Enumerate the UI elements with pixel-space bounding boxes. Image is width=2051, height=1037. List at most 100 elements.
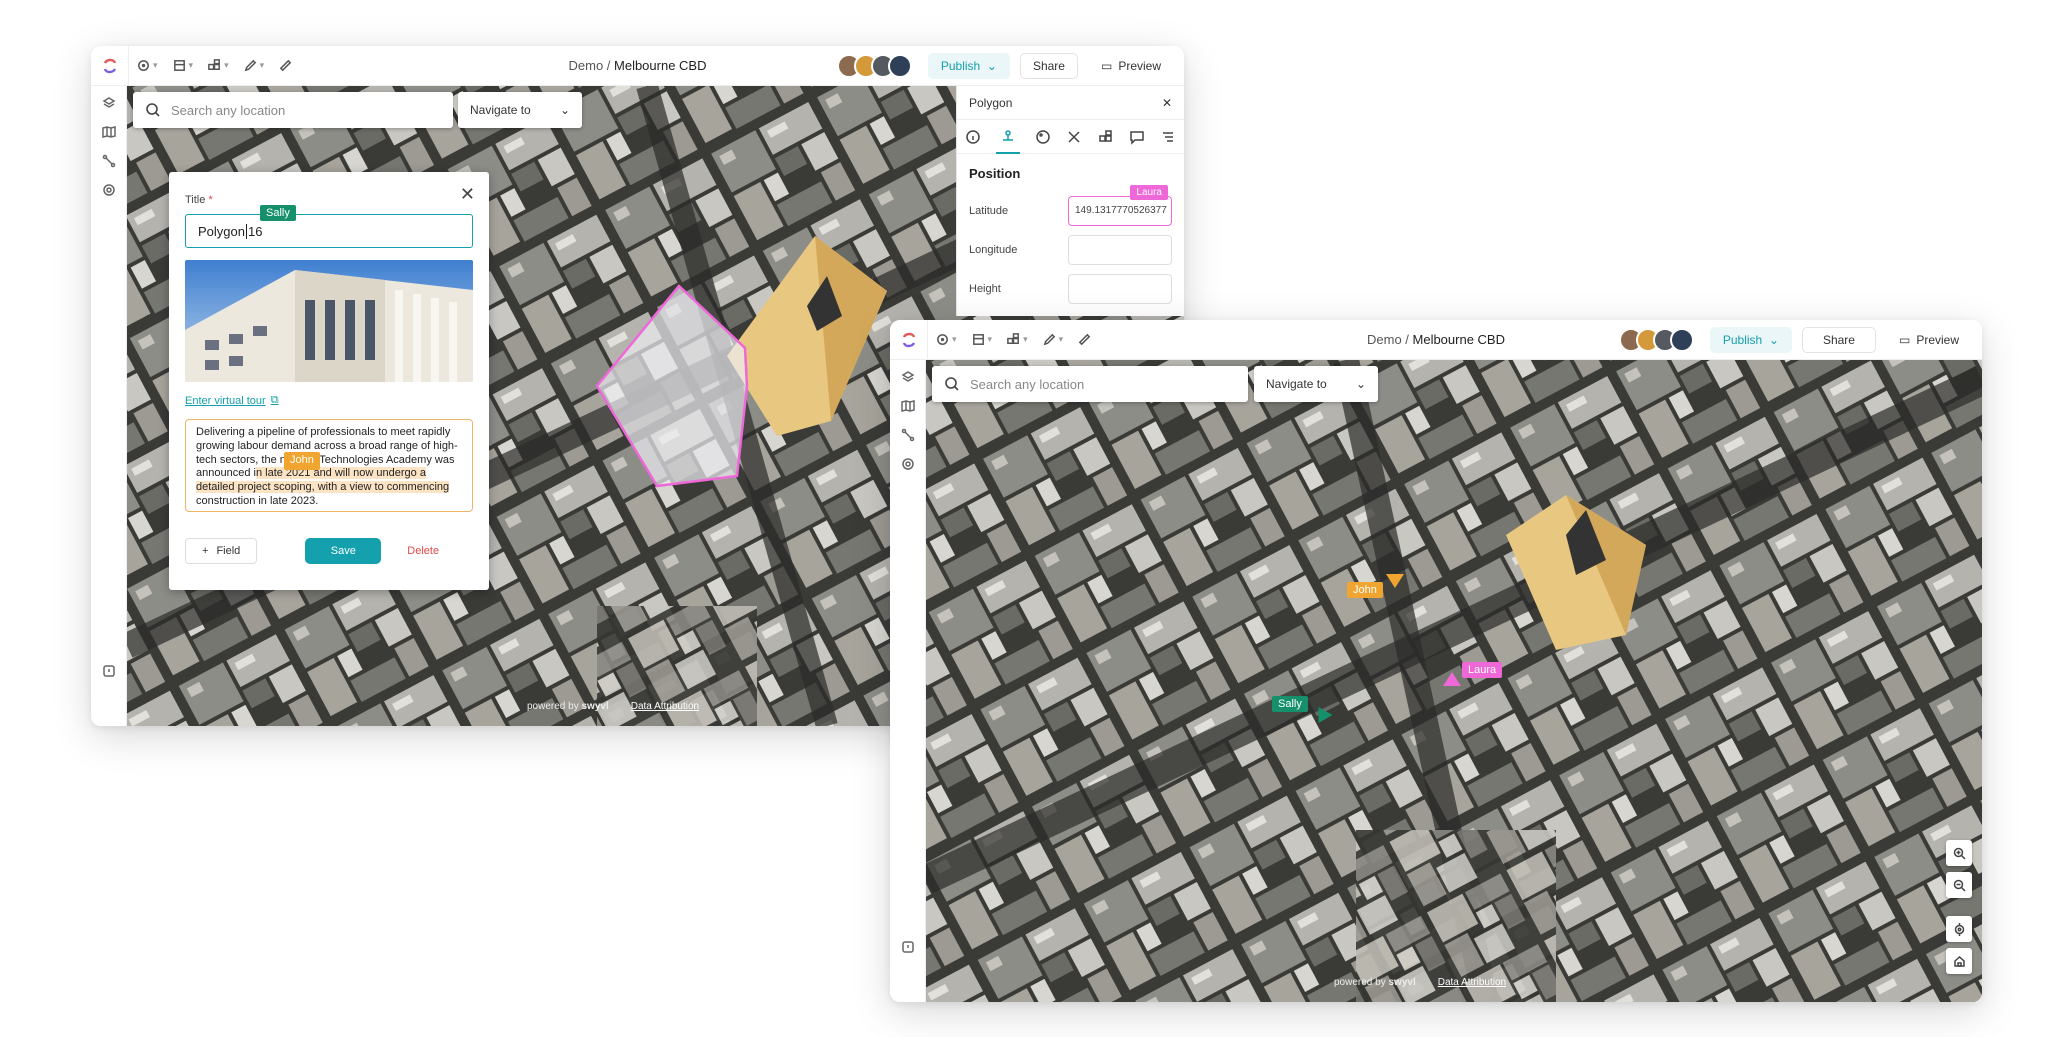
left-sidebar — [91, 86, 127, 726]
save-button[interactable]: Save — [305, 538, 382, 564]
search-bar[interactable]: Search any location — [932, 366, 1248, 402]
gear-icon[interactable] — [901, 457, 915, 471]
draw-tool-button[interactable]: ▾ — [1035, 320, 1071, 360]
collaborator-tag-sally: Sally — [1272, 696, 1308, 712]
delete-label: Delete — [407, 545, 440, 557]
close-icon[interactable]: ✕ — [1162, 96, 1172, 110]
collaborator-avatars[interactable] — [1618, 328, 1694, 352]
tab-position[interactable] — [995, 120, 1020, 154]
locate-button[interactable] — [1946, 916, 1972, 942]
tab-info-icon[interactable] — [965, 129, 981, 145]
properties-panel: Polygon ✕ Position Latitude 149.131777052… — [956, 86, 1184, 316]
pencil-icon — [244, 59, 256, 72]
avatar — [1669, 328, 1694, 352]
navigate-to-label: Navigate to — [470, 103, 531, 117]
collaborator-avatars[interactable] — [836, 54, 912, 78]
layer-tool-button[interactable]: ▾ — [165, 46, 201, 86]
longitude-input[interactable] — [1068, 234, 1172, 265]
title-label-text: Title — [185, 194, 206, 206]
navigate-to-dropdown[interactable]: Navigate to ⌄ — [1254, 366, 1378, 402]
chevron-down-icon: ⌄ — [1355, 377, 1366, 391]
virtual-tour-link[interactable]: Enter virtual tour ⧉ — [185, 394, 473, 407]
search-input[interactable]: Search any location — [171, 103, 285, 118]
latitude-row: Latitude 149.1317770526377 Laura — [957, 185, 1184, 230]
save-label: Save — [330, 545, 356, 557]
latitude-label: Latitude — [969, 204, 1009, 217]
brand-logo: swyvl — [581, 701, 609, 712]
widgets-tool-button[interactable]: ▾ — [999, 320, 1035, 360]
top-toolbar: ▾ ▾ ▾ ▾ Demo / Melbourne CBD Publish ⌄ S… — [91, 46, 1184, 86]
map-icon[interactable] — [101, 125, 116, 139]
select-tool-button[interactable]: ▾ — [928, 320, 964, 360]
select-tool-button[interactable]: ▾ — [129, 46, 165, 86]
search-bar[interactable]: Search any location — [133, 92, 453, 128]
search-input[interactable]: Search any location — [970, 377, 1084, 392]
layer-tool-button[interactable]: ▾ — [964, 320, 1000, 360]
measure-tool-button[interactable] — [1070, 320, 1099, 360]
brand-logo: swyvl — [1388, 977, 1416, 988]
title-input[interactable]: Polygon 16 Sally — [185, 205, 473, 248]
height-input[interactable] — [1068, 273, 1172, 304]
powered-by: powered by swyvl — [527, 701, 609, 712]
publish-button[interactable]: Publish ⌄ — [1709, 327, 1792, 353]
delete-button[interactable]: Delete — [407, 545, 439, 557]
home-icon — [1953, 955, 1965, 967]
virtual-tour-label: Enter virtual tour — [185, 394, 266, 407]
help-icon[interactable] — [901, 940, 915, 954]
share-label: Share — [1032, 59, 1065, 73]
preview-label: Preview — [1118, 59, 1161, 73]
widgets-tool-button[interactable]: ▾ — [200, 46, 236, 86]
map-icon[interactable] — [900, 399, 915, 413]
add-field-button[interactable]: + Field — [185, 538, 258, 564]
close-icon[interactable]: ✕ — [460, 184, 475, 205]
tab-widgets-icon[interactable] — [1098, 129, 1114, 145]
height-label: Height — [969, 282, 1001, 295]
zoom-out-button[interactable] — [1946, 872, 1972, 898]
route-icon[interactable] — [901, 428, 915, 442]
chevron-down-icon: ⌄ — [986, 59, 997, 73]
description-text: construction in late 2023. — [196, 494, 319, 507]
description-textarea[interactable]: Delivering a pipeline of professionals t… — [185, 419, 473, 512]
tab-tools-icon[interactable] — [1066, 129, 1082, 145]
zoom-in-button[interactable] — [1946, 840, 1972, 866]
map-attribution: powered by swyvl Data Attribution — [527, 701, 699, 712]
measure-tool-button[interactable] — [271, 46, 300, 86]
publish-label: Publish — [940, 59, 981, 73]
widgets-icon — [208, 59, 220, 70]
breadcrumb-prefix[interactable]: Demo / — [568, 58, 614, 73]
zoom-in-icon — [1953, 847, 1966, 860]
tab-more-icon[interactable] — [1160, 129, 1176, 145]
height-row: Height — [957, 269, 1184, 308]
map-view[interactable]: Search any location Navigate to ⌄ John La… — [926, 360, 1982, 1002]
route-icon[interactable] — [102, 154, 116, 168]
tab-comments-icon[interactable] — [1129, 129, 1145, 145]
navigate-to-dropdown[interactable]: Navigate to ⌄ — [458, 92, 582, 128]
publish-button[interactable]: Publish ⌄ — [927, 53, 1010, 79]
widgets-icon — [1007, 333, 1019, 344]
text-caret — [245, 223, 247, 239]
breadcrumb-prefix[interactable]: Demo / — [1367, 332, 1413, 347]
layers-icon[interactable] — [901, 370, 915, 384]
feature-photo — [185, 260, 473, 382]
data-attribution-link[interactable]: Data Attribution — [1438, 977, 1506, 988]
home-button[interactable] — [1946, 948, 1972, 974]
app-logo[interactable] — [890, 320, 928, 360]
help-icon[interactable] — [102, 664, 116, 678]
data-attribution-link[interactable]: Data Attribution — [631, 701, 699, 712]
position-icon — [1002, 129, 1013, 141]
layers-icon[interactable] — [102, 96, 116, 110]
top-toolbar: ▾ ▾ ▾ ▾ Demo / Melbourne CBD Publish ⌄ S… — [890, 320, 1982, 360]
share-button[interactable]: Share — [1801, 327, 1876, 353]
title-label: Title * — [185, 194, 213, 206]
tab-style-icon[interactable] — [1035, 129, 1051, 145]
app-logo[interactable] — [91, 46, 129, 86]
latitude-value: 149.1317770526377 — [1075, 205, 1167, 216]
share-button[interactable]: Share — [1019, 53, 1078, 79]
preview-button[interactable]: ▭ Preview — [1885, 327, 1972, 353]
latitude-input[interactable]: 149.1317770526377 — [1068, 195, 1172, 226]
feature-edit-form: ✕ Title * Polygon 16 Sally Enter virtual … — [169, 172, 489, 590]
preview-button[interactable]: ▭ Preview — [1087, 53, 1174, 79]
map-attribution: powered by swyvl Data Attribution — [1334, 977, 1506, 988]
gear-icon[interactable] — [102, 183, 116, 197]
draw-tool-button[interactable]: ▾ — [236, 46, 272, 86]
